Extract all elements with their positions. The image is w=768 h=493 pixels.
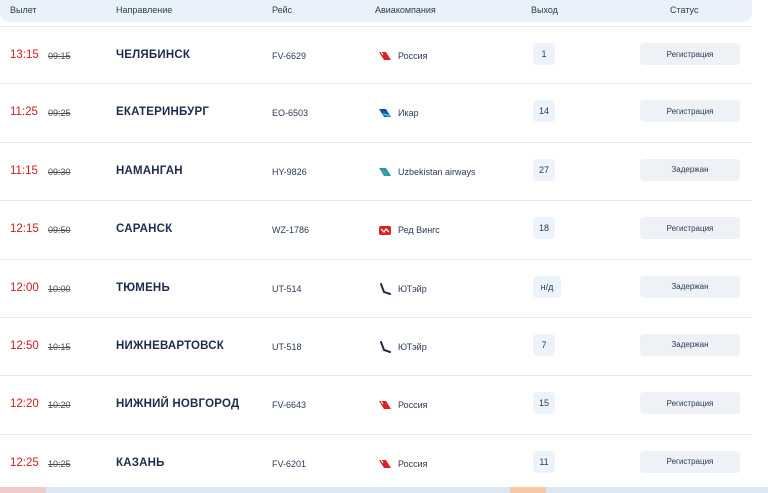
flights-table: 13:15 09:15 ЧЕЛЯБИНСК FV-6629 Россия 1 Р… — [0, 26, 752, 493]
airline-cell: Ред Вингс — [378, 222, 440, 238]
rossiya-logo-icon — [379, 51, 391, 60]
airline-name: Россия — [398, 400, 428, 411]
airline-cell: ЮТэйр — [378, 339, 427, 355]
table-row[interactable]: 11:15 09:30 НАМАНГАН HY-9826 Uzbekistan … — [0, 143, 752, 202]
status-badge: Регистрация — [640, 43, 740, 65]
gate-badge: 7 — [533, 333, 555, 356]
scrollbar-segment — [0, 487, 46, 493]
utair-logo-icon — [380, 282, 391, 295]
table-header: Вылет Направление Рейс Авиакомпания Выхо… — [0, 0, 752, 22]
destination-city: САРАНСК — [116, 223, 173, 236]
airline-cell: Россия — [378, 456, 428, 472]
flight-number: FV-6643 — [272, 400, 307, 411]
airline-cell: Uzbekistan airways — [378, 164, 476, 180]
destination-city: ЧЕЛЯБИНСК — [116, 49, 191, 61]
airline-cell: Россия — [378, 48, 428, 64]
destination-city: НАМАНГАН — [116, 164, 183, 177]
gate-badge: 18 — [533, 217, 555, 240]
table-row[interactable]: 12:15 09:50 САРАНСК WZ-1786 Ред Вингс 18… — [0, 201, 752, 260]
status-badge: Задержан — [640, 333, 740, 356]
scheduled-time: 09:25 — [48, 108, 71, 119]
rossiya-logo-icon — [379, 459, 391, 468]
table-row[interactable]: 11:25 09:25 ЕКАТЕРИНБУРГ EO-6503 Икар 14… — [0, 84, 752, 143]
scheduled-time: 09:50 — [48, 225, 71, 236]
table-row[interactable]: 12:20 10:20 НИЖНИЙ НОВГОРОД FV-6643 Росс… — [0, 376, 752, 435]
flight-number: EO-6503 — [272, 108, 309, 119]
scheduled-time: 10:25 — [48, 458, 71, 469]
actual-time: 12:50 — [10, 339, 39, 352]
actual-time: 11:25 — [10, 106, 38, 119]
gate-badge: 15 — [533, 392, 555, 415]
scheduled-time: 09:30 — [48, 166, 71, 177]
airline-name: Ред Вингс — [398, 225, 440, 236]
table-row[interactable]: 12:00 10:00 ТЮМЕНЬ UT-514 ЮТэйр н/д Заде… — [0, 260, 752, 318]
gate-badge: 1 — [533, 43, 555, 65]
header-gate: Выход — [531, 5, 558, 15]
scrollbar-segment — [510, 487, 546, 493]
flight-number: HY-9826 — [272, 166, 307, 177]
ikar-logo-icon — [379, 109, 391, 118]
destination-city: НИЖНИЙ НОВГОРОД — [116, 398, 240, 411]
airline-cell: Россия — [378, 397, 428, 413]
gate-badge: 14 — [533, 100, 555, 123]
gate-badge: 27 — [533, 158, 555, 181]
scheduled-time: 09:15 — [48, 51, 71, 61]
actual-time: 12:25 — [10, 456, 39, 469]
airline-name: ЮТэйр — [398, 283, 427, 294]
utair-logo-icon — [380, 340, 391, 353]
flight-number: FV-6201 — [272, 458, 307, 469]
table-row[interactable]: 13:15 09:15 ЧЕЛЯБИНСК FV-6629 Россия 1 Р… — [0, 26, 752, 85]
table-row[interactable]: 12:25 10:25 КАЗАНЬ FV-6201 Россия 11 Рег… — [0, 435, 752, 493]
airline-cell: ЮТэйр — [378, 281, 427, 297]
header-direction: Направление — [116, 5, 173, 15]
scheduled-time: 10:15 — [48, 341, 71, 352]
red-wings-logo-icon — [379, 226, 391, 236]
airline-name: Россия — [398, 458, 428, 469]
uzbekistan-airways-logo-icon — [379, 167, 391, 176]
actual-time: 12:20 — [10, 398, 39, 411]
rossiya-logo-icon — [379, 401, 391, 410]
flight-number: WZ-1786 — [272, 225, 310, 236]
airline-name: Россия — [398, 51, 428, 61]
scheduled-time: 10:00 — [48, 283, 71, 294]
header-airline: Авиакомпания — [375, 5, 436, 15]
status-badge: Регистрация — [640, 100, 740, 123]
airline-name: Uzbekistan airways — [398, 166, 476, 177]
destination-city: КАЗАНЬ — [116, 456, 165, 469]
header-departure: Вылет — [10, 5, 37, 15]
airline-name: Икар — [398, 108, 419, 119]
status-badge: Задержан — [640, 275, 740, 298]
scheduled-time: 10:20 — [48, 400, 71, 411]
status-badge: Задержан — [640, 158, 740, 181]
actual-time: 12:00 — [10, 281, 39, 294]
gate-badge: 11 — [533, 450, 555, 473]
destination-city: ЕКАТЕРИНБУРГ — [116, 106, 210, 119]
header-flight: Рейс — [272, 5, 293, 15]
bottom-scrollbar[interactable] — [0, 487, 768, 493]
actual-time: 11:15 — [10, 164, 38, 177]
flight-number: UT-514 — [272, 283, 302, 294]
destination-city: НИЖНЕВАРТОВСК — [116, 339, 224, 352]
destination-city: ТЮМЕНЬ — [116, 281, 170, 294]
flight-number: UT-518 — [272, 341, 302, 352]
actual-time: 12:15 — [10, 223, 39, 236]
table-row[interactable]: 12:50 10:15 НИЖНЕВАРТОВСК UT-518 ЮТэйр 7… — [0, 318, 752, 377]
gate-badge: н/д — [533, 275, 561, 298]
status-badge: Регистрация — [640, 450, 740, 473]
airline-cell: Икар — [378, 105, 419, 121]
status-badge: Регистрация — [640, 392, 740, 415]
status-badge: Регистрация — [640, 217, 740, 240]
flight-number: FV-6629 — [272, 51, 307, 61]
header-status: Статус — [670, 5, 699, 15]
actual-time: 13:15 — [10, 49, 39, 61]
airline-name: ЮТэйр — [398, 341, 427, 352]
